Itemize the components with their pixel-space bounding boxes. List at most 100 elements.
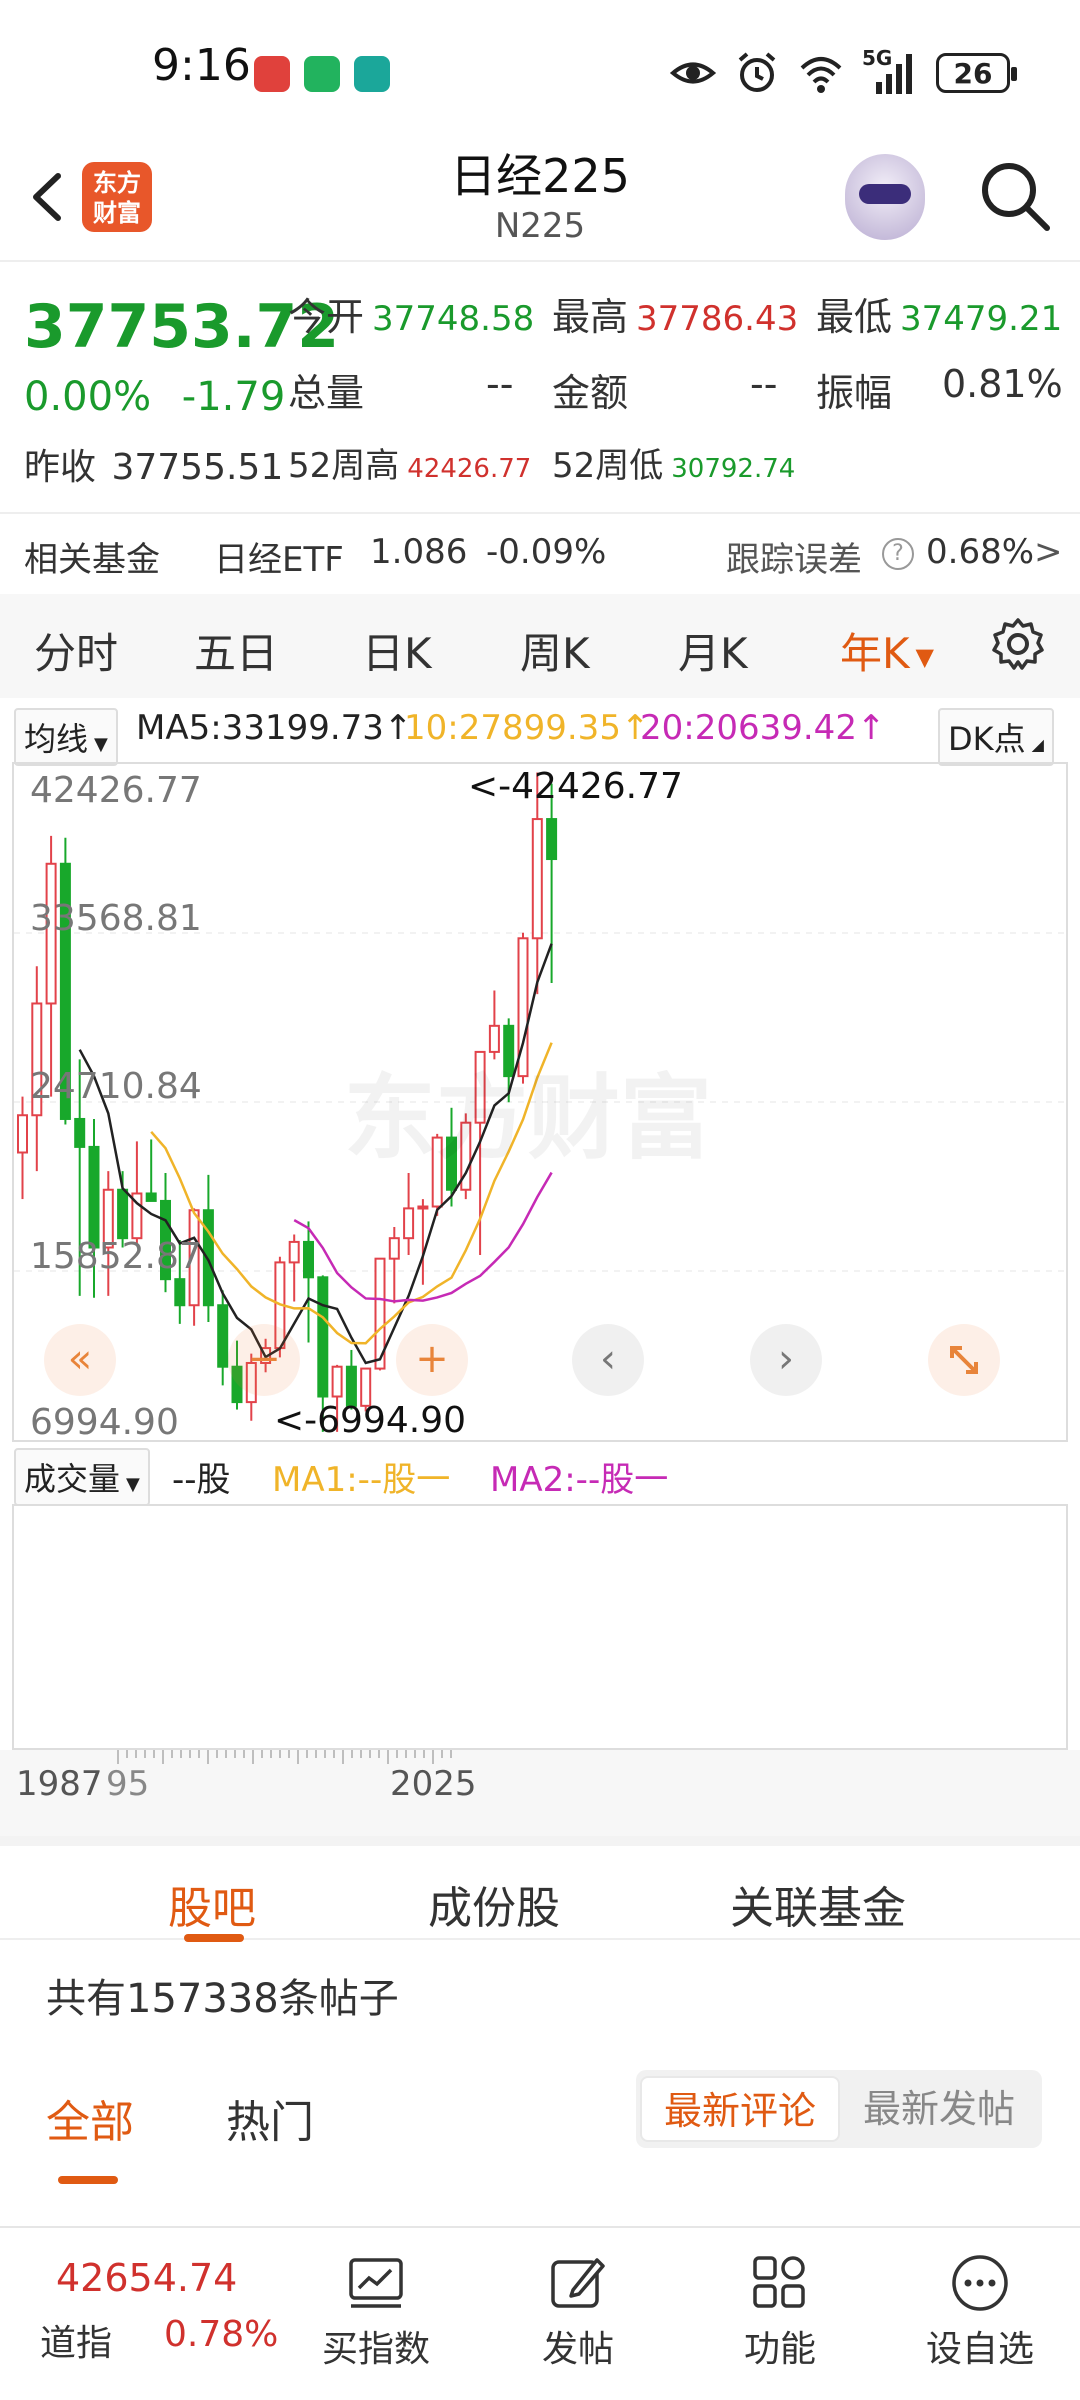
kline-chart[interactable]: 东方财富 42426.77 33568.81 24710.84 15852.87… — [12, 762, 1068, 1443]
w52-low-label: 52周低 — [552, 446, 664, 486]
active-tab-indicator — [184, 1934, 244, 1942]
candle-body — [331, 1365, 343, 1398]
candle-body — [403, 1207, 415, 1240]
next-candle-button[interactable]: › — [750, 1324, 822, 1396]
tracking-error-label: 跟踪误差 — [726, 540, 862, 580]
ma-indicator-row: 均线 ▼ MA5:33199.73↑ 10:27899.35↑ 20:20639.… — [0, 700, 1080, 766]
djia-value: 42654.74 — [56, 2256, 238, 2300]
axis-label-mid: 95 — [106, 1764, 150, 1804]
price-axis-label: 6994.90 — [30, 1402, 179, 1443]
app-logo[interactable]: 东方财富 — [82, 162, 152, 232]
edit-icon — [551, 2258, 605, 2308]
w52-low-value: 30792.74 — [671, 454, 796, 484]
zoom-out-button[interactable]: − — [228, 1324, 300, 1396]
ma10-value: 10:27899.35↑ — [404, 708, 650, 748]
candle-body — [88, 1145, 100, 1249]
candle-body — [288, 1240, 300, 1264]
volume-select-label: 成交量 — [24, 1460, 121, 1498]
wifi-icon — [800, 57, 842, 93]
sort-segmented-control: 最新评论 最新发帖 — [636, 2070, 1042, 2148]
nav-buy-index-label: 买指数 — [321, 2329, 430, 2370]
ma-select[interactable]: 均线 ▼ — [14, 708, 118, 766]
axis-label-end: 2025 — [390, 1764, 477, 1804]
caret-down-icon: ▼ — [915, 642, 935, 671]
zoom-in-button[interactable]: + — [396, 1324, 468, 1396]
search-icon[interactable] — [975, 156, 1055, 236]
price-axis-label: 42426.77 — [30, 770, 202, 811]
fullscreen-button[interactable] — [928, 1324, 1000, 1396]
nav-functions-label: 功能 — [743, 2329, 816, 2370]
candle-body — [417, 1205, 429, 1210]
candle-body — [17, 1114, 28, 1154]
w52-low-item: 52周低 30792.74 — [552, 438, 795, 487]
robot-assistant-icon[interactable] — [845, 154, 925, 240]
scroll-left-fast-button[interactable]: « — [44, 1324, 116, 1396]
filter-hot[interactable]: 热门 — [226, 2086, 314, 2150]
sort-latest-post[interactable]: 最新发帖 — [840, 2076, 1038, 2142]
tab-forum[interactable]: 股吧 — [168, 1872, 256, 1936]
tab-related-funds[interactable]: 关联基金 — [730, 1872, 906, 1936]
price-axis-label: 15852.87 — [30, 1236, 202, 1277]
tab-monthly-k[interactable]: 月K — [678, 620, 748, 681]
change-line: 0.00% -1.79 — [24, 374, 285, 420]
fund-name[interactable]: 日经ETF — [214, 532, 344, 581]
change-val: -1.79 — [181, 374, 286, 420]
volume-chart[interactable] — [12, 1504, 1068, 1750]
cell-signal-icon: 5G — [862, 46, 918, 96]
candle-body — [174, 1278, 186, 1307]
related-fund-label: 相关基金 — [24, 540, 160, 580]
more-circle-icon — [952, 2255, 1008, 2311]
boss-app-icon — [354, 56, 390, 92]
nav-functions[interactable]: 功能 — [700, 2228, 860, 2400]
nav-add-watchlist[interactable]: 设自选 — [900, 2228, 1060, 2400]
prev-candle-button[interactable]: ‹ — [572, 1324, 644, 1396]
grid-icon — [753, 2256, 805, 2308]
tab-intraday[interactable]: 分时 — [34, 620, 118, 681]
volume-select[interactable]: 成交量 ▼ — [14, 1448, 150, 1506]
tab-daily-k[interactable]: 日K — [362, 620, 432, 681]
dk-point-label: DK点 — [948, 720, 1026, 758]
tab-yearly-k-label: 年K — [840, 629, 910, 678]
amount-value: -- — [750, 362, 778, 406]
axis-label-start: 1987 — [16, 1764, 103, 1804]
dk-point-select[interactable]: DK点 ◢ — [938, 708, 1054, 766]
volume-value: -- — [486, 362, 514, 406]
low-item: 最低 37479.21 — [816, 286, 1062, 341]
candle-body — [117, 1188, 129, 1240]
price-axis-label: 24710.84 — [30, 1066, 202, 1107]
w52-high-label: 52周高 — [288, 446, 400, 486]
prev-close-label: 昨收 — [24, 447, 97, 488]
djia-name: 道指 — [40, 2323, 113, 2364]
tab-five-day[interactable]: 五日 — [194, 620, 278, 681]
volume-unit: --股 — [172, 1460, 231, 1500]
quote-panel: 37753.72 0.00% -1.79 昨收 37755.51 今开 37748… — [0, 262, 1080, 512]
max-price-marker: <-42426.77 — [468, 766, 683, 807]
candle-body — [317, 1276, 329, 1398]
app-header: 日经225 N225 东方财富 — [0, 140, 1080, 262]
tab-constituents[interactable]: 成份股 — [428, 1872, 560, 1936]
related-fund-row[interactable]: 相关基金 日经ETF 1.086 -0.09% 跟踪误差 ? 0.68% > — [0, 512, 1080, 592]
nav-post[interactable]: 发帖 — [498, 2228, 658, 2400]
nav-buy-index[interactable]: 买指数 — [296, 2228, 456, 2400]
nav-add-watchlist-label: 设自选 — [925, 2329, 1034, 2370]
filter-all[interactable]: 全部 — [46, 2086, 134, 2150]
ma-select-label: 均线 — [24, 720, 89, 758]
help-icon[interactable]: ? — [876, 532, 920, 572]
tab-weekly-k[interactable]: 周K — [520, 620, 590, 681]
candle-body — [74, 1117, 86, 1148]
high-value: 37786.43 — [636, 299, 799, 339]
sort-latest-comment[interactable]: 最新评论 — [640, 2076, 840, 2142]
candle-body — [145, 1192, 157, 1202]
gear-icon[interactable] — [990, 616, 1046, 672]
post-filter-row: 全部 热门 最新评论 最新发帖 — [0, 2060, 1080, 2184]
tab-yearly-k[interactable]: 年K ▼ — [840, 620, 934, 681]
expand-icon — [950, 1346, 978, 1374]
low-label: 最低 — [816, 295, 893, 339]
chevron-right-icon[interactable]: > — [1034, 532, 1063, 572]
volume-label: 总量 — [288, 371, 365, 415]
time-axis: 1987 95 2025 — [0, 1750, 1080, 1836]
section-tabs: 股吧 成份股 关联基金 — [0, 1836, 1080, 1942]
back-icon[interactable] — [22, 162, 72, 232]
status-time: 9:16 — [152, 40, 251, 91]
volume-item: 总量 — [288, 362, 364, 417]
